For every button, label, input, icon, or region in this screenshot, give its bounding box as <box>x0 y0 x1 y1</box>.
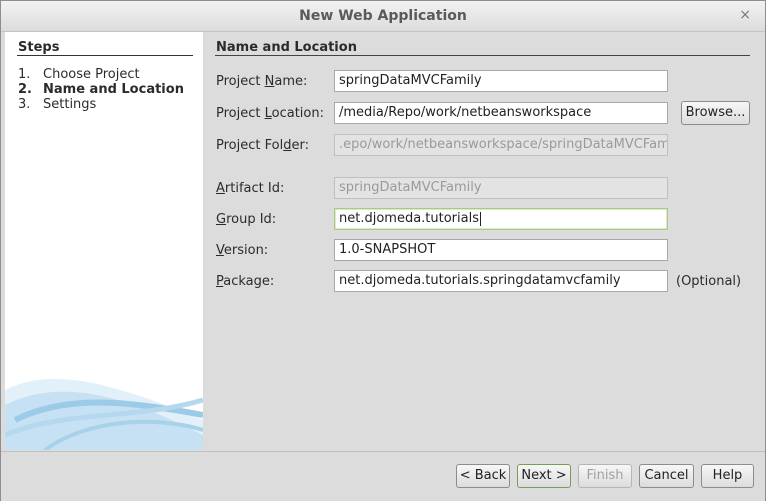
artifact-id-field: springDataMVCFamily <box>334 177 668 199</box>
close-icon[interactable]: × <box>739 7 751 23</box>
next-label: Next > <box>521 468 567 483</box>
project-name-label: Project Name: <box>216 74 308 89</box>
step-name-and-location: 2. Name and Location <box>18 82 184 97</box>
version-input[interactable]: 1.0-SNAPSHOT <box>334 239 668 261</box>
finish-button[interactable]: Finish <box>578 464 632 488</box>
step-choose-project: 1. Choose Project <box>18 67 184 82</box>
wave-graphic <box>5 378 203 450</box>
section-divider <box>215 55 750 56</box>
step-label: Choose Project <box>43 67 140 82</box>
step-label: Name and Location <box>43 82 184 97</box>
steps-list: 1. Choose Project 2. Name and Location 3. S… <box>18 67 184 112</box>
next-button[interactable]: Next > <box>517 464 571 488</box>
dialog-title: New Web Application <box>299 8 467 24</box>
finish-label: Finish <box>586 468 624 483</box>
steps-heading: Steps <box>18 40 60 55</box>
cancel-button[interactable]: Cancel <box>639 464 694 488</box>
group-id-input[interactable]: net.djomeda.tutorials <box>334 208 668 230</box>
project-location-label: Project Location: <box>216 106 324 121</box>
artifact-id-label: Artifact Id: <box>216 181 285 196</box>
group-id-value: net.djomeda.tutorials <box>339 211 479 226</box>
step-label: Settings <box>43 97 97 112</box>
steps-panel: Steps 1. Choose Project 2. Name and Locati… <box>5 32 203 450</box>
help-button[interactable]: Help <box>701 464 754 488</box>
steps-divider <box>17 55 193 56</box>
section-title: Name and Location <box>216 40 357 55</box>
step-number: 2. <box>18 82 32 97</box>
version-label: Version: <box>216 243 269 258</box>
browse-button[interactable]: Browse... <box>681 101 750 125</box>
project-folder-label: Project Folder: <box>216 138 309 153</box>
help-label: Help <box>712 468 743 483</box>
back-label: < Back <box>459 468 507 483</box>
package-optional-hint: (Optional) <box>676 274 742 289</box>
title-bar[interactable]: New Web Application × <box>1 1 765 32</box>
project-location-input[interactable]: /media/Repo/work/netbeansworkspace <box>334 102 668 124</box>
button-bar: < Back Next > Finish Cancel Help <box>1 451 765 501</box>
back-button[interactable]: < Back <box>456 464 510 488</box>
group-id-label: Group Id: <box>216 212 277 227</box>
project-folder-field: .epo/work/netbeansworkspace/springDataMV… <box>334 134 668 156</box>
project-name-input[interactable]: springDataMVCFamily <box>334 70 668 92</box>
cancel-label: Cancel <box>644 468 689 483</box>
package-input[interactable]: net.djomeda.tutorials.springdatamvcfamil… <box>334 270 668 292</box>
dialog-window: New Web Application × Steps 1. Choose Pro… <box>0 0 766 501</box>
package-label: Package: <box>216 274 275 289</box>
step-settings: 3. Settings <box>18 97 184 112</box>
step-number: 3. <box>18 97 31 112</box>
text-cursor <box>480 211 481 226</box>
step-number: 1. <box>18 67 31 82</box>
main-panel: Name and Location Project Name: springDa… <box>203 32 765 450</box>
